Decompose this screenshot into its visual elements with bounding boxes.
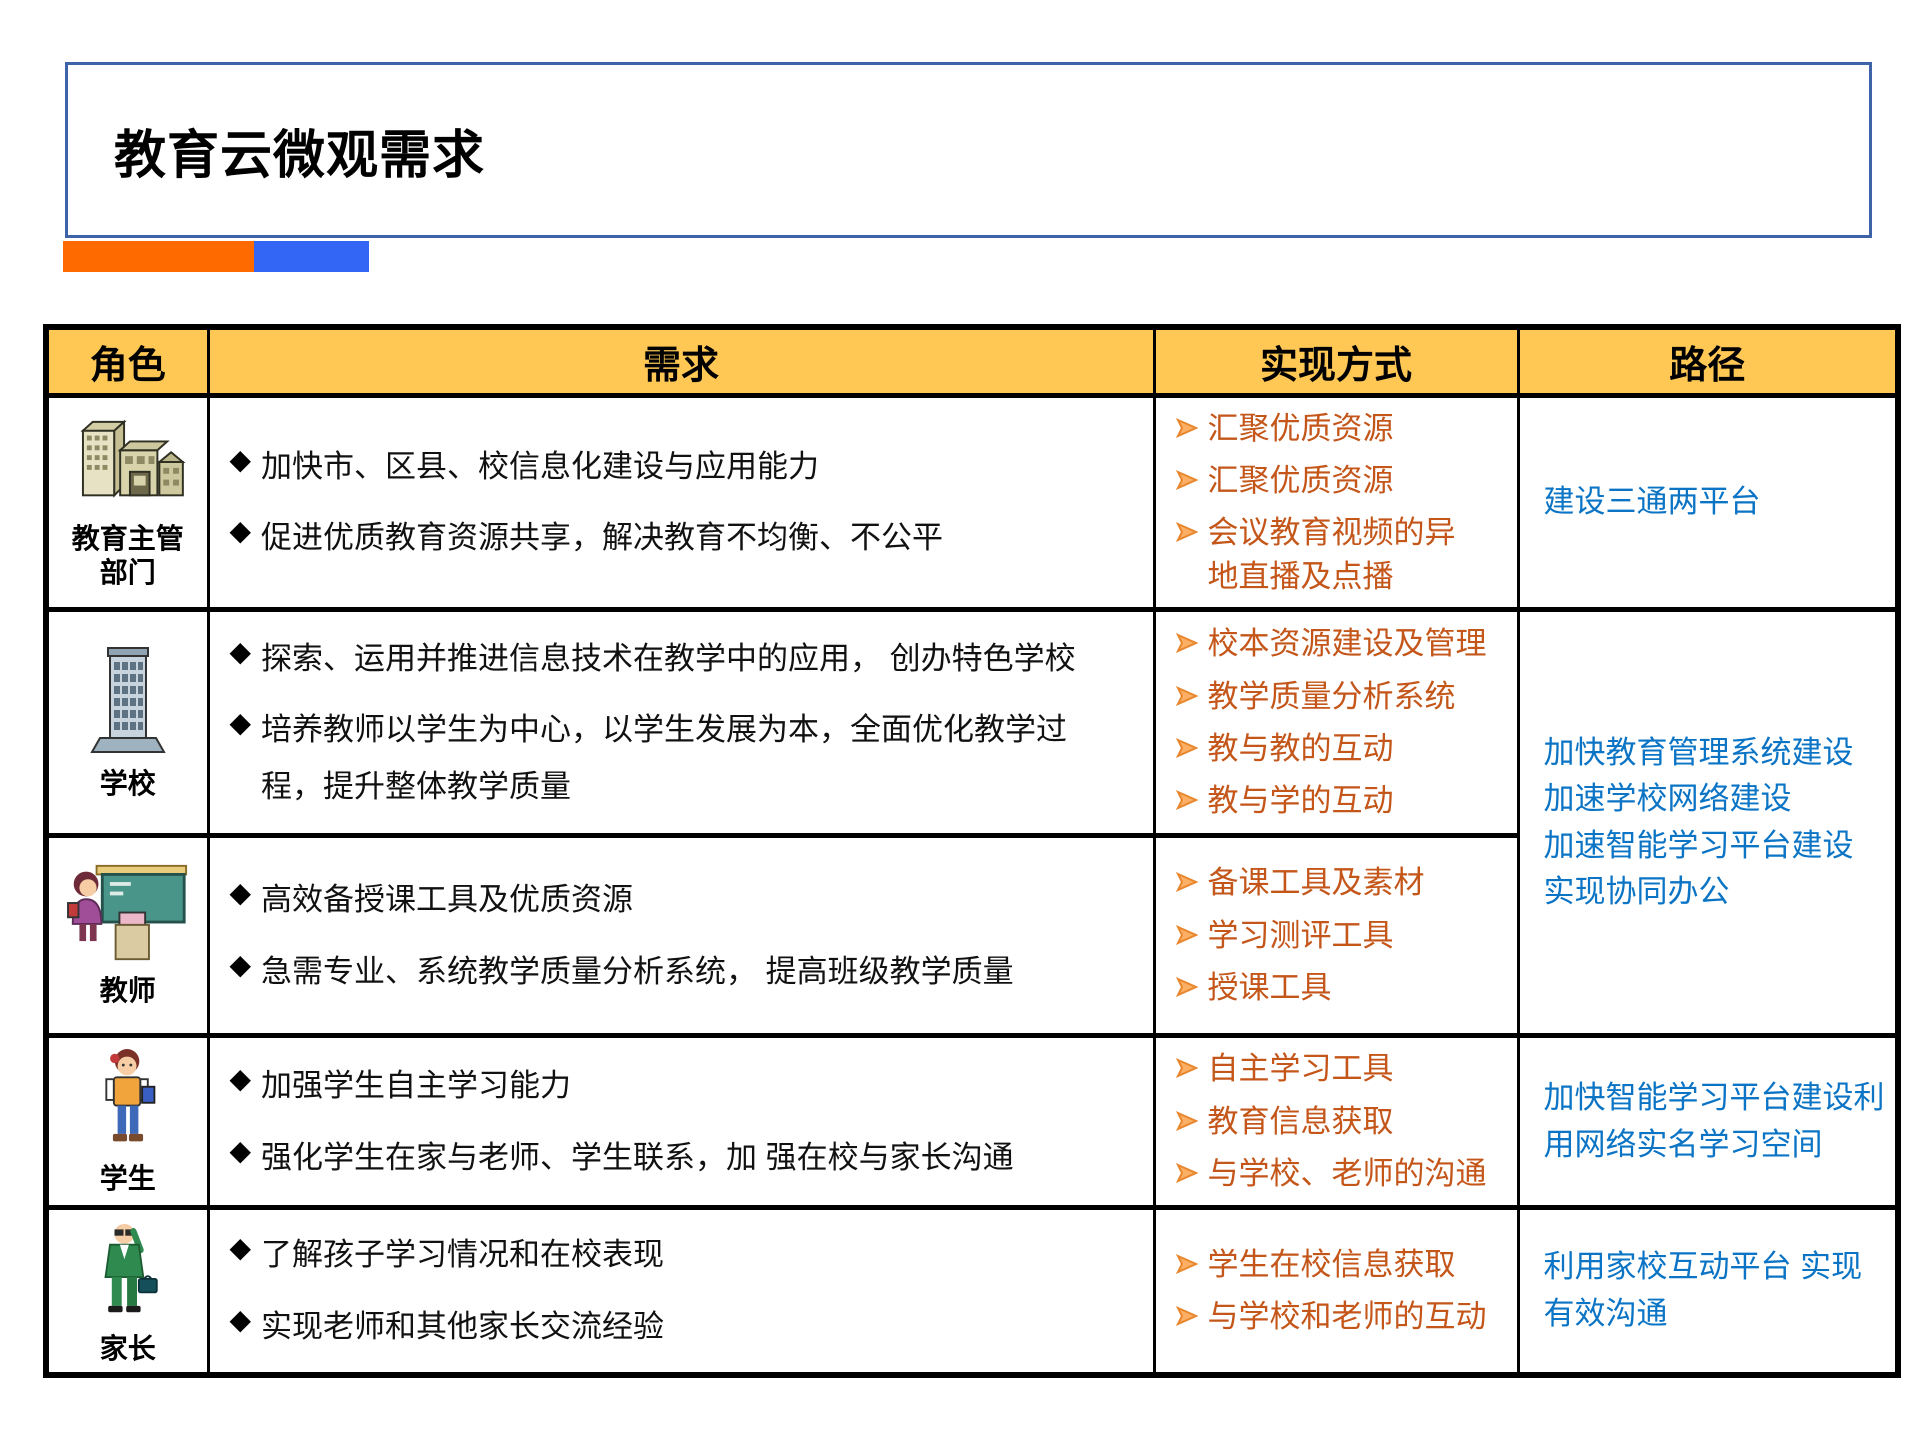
- student-icon: [95, 1047, 161, 1156]
- diamond-bullet-icon: ◆: [230, 1298, 252, 1343]
- table-row-student: 学生 ◆ 加强学生自主学习能力 ◆ 强化学生在家与老师、学生联系，加 强在校与家…: [46, 1036, 1898, 1208]
- arrow-bullet-icon: [1176, 788, 1198, 817]
- cell-role-teacher: 教师: [46, 836, 208, 1036]
- col-header-methods: 实现方式: [1154, 327, 1518, 395]
- arrow-bullet-icon: [1176, 923, 1198, 952]
- method-item: 校本资源建设及管理: [1176, 622, 1507, 665]
- diamond-bullet-icon: ◆: [230, 438, 252, 483]
- role-label: 学生: [100, 1162, 156, 1196]
- page-title: 教育云微观需求: [114, 113, 485, 188]
- cell-methods-teacher: 备课工具及素材 学习测评工具 授课工具: [1154, 836, 1518, 1036]
- table-row-education-dept: 教育主管 部门 ◆ 加快市、区县、校信息化建设与应用能力 ◆ 促进优质教育资源共…: [46, 395, 1898, 610]
- need-item: ◆ 加强学生自主学习能力: [230, 1057, 1129, 1114]
- diamond-bullet-icon: ◆: [230, 701, 252, 746]
- need-item: ◆ 实现老师和其他家长交流经验: [230, 1298, 1129, 1355]
- need-item: ◆ 加快市、区县、校信息化建设与应用能力: [230, 438, 1129, 495]
- method-item: 学习测评工具: [1176, 914, 1507, 957]
- arrow-bullet-icon: [1176, 468, 1198, 497]
- arrow-bullet-icon: [1176, 631, 1198, 660]
- need-item: ◆ 促进优质教育资源共享，解决教育不均衡、不公平: [230, 509, 1129, 566]
- title-box: 教育云微观需求: [65, 62, 1872, 238]
- cell-methods-student: 自主学习工具 教育信息获取 与学校、老师的沟通: [1154, 1036, 1518, 1208]
- arrow-bullet-icon: [1176, 870, 1198, 899]
- arrow-bullet-icon: [1176, 684, 1198, 713]
- cell-path-student: 加快智能学习平台建设利 用网络实名学习空间: [1518, 1036, 1898, 1208]
- arrow-bullet-icon: [1176, 736, 1198, 765]
- method-item: 授课工具: [1176, 966, 1507, 1009]
- need-item: ◆ 探索、运用并推进信息技术在教学中的应用， 创办特色学校: [230, 630, 1129, 687]
- arrow-bullet-icon: [1176, 975, 1198, 1004]
- diamond-bullet-icon: ◆: [230, 943, 252, 988]
- arrow-bullet-icon: [1176, 416, 1198, 445]
- role-label: 学校: [100, 767, 156, 801]
- cell-needs-student: ◆ 加强学生自主学习能力 ◆ 强化学生在家与老师、学生联系，加 强在校与家长沟通: [208, 1036, 1154, 1208]
- role-label: 教育主管 部门: [72, 522, 184, 589]
- method-item: 会议教育视频的异 地直播及点播: [1176, 511, 1507, 598]
- cell-role-school: 学校: [46, 610, 208, 836]
- diamond-bullet-icon: ◆: [230, 1129, 252, 1174]
- arrow-bullet-icon: [1176, 1109, 1198, 1138]
- method-item: 与学校和老师的互动: [1176, 1295, 1507, 1338]
- method-item: 学生在校信息获取: [1176, 1243, 1507, 1286]
- col-header-role: 角色: [46, 327, 208, 395]
- need-item: ◆ 强化学生在家与老师、学生联系，加 强在校与家长沟通: [230, 1129, 1129, 1186]
- need-item: ◆ 急需专业、系统教学质量分析系统， 提高班级教学质量: [230, 943, 1129, 1000]
- method-item: 与学校、老师的沟通: [1176, 1152, 1507, 1195]
- cell-needs-school: ◆ 探索、运用并推进信息技术在教学中的应用， 创办特色学校 ◆ 培养教师以学生为…: [208, 610, 1154, 836]
- diamond-bullet-icon: ◆: [230, 509, 252, 554]
- need-item: ◆ 培养教师以学生为中心，以学生发展为本，全面优化教学过 程，提升整体教学质量: [230, 701, 1129, 816]
- role-label: 家长: [100, 1332, 156, 1366]
- cell-methods-education-dept: 汇聚优质资源 汇聚优质资源 会议教育视频的异 地直播及点播: [1154, 395, 1518, 610]
- cell-needs-teacher: ◆ 高效备授课工具及优质资源 ◆ 急需专业、系统教学质量分析系统， 提高班级教学…: [208, 836, 1154, 1036]
- method-item: 教与教的互动: [1176, 727, 1507, 770]
- need-item: ◆ 高效备授课工具及优质资源: [230, 871, 1129, 928]
- arrow-bullet-icon: [1176, 1252, 1198, 1281]
- method-item: 教育信息获取: [1176, 1100, 1507, 1143]
- method-item: 自主学习工具: [1176, 1047, 1507, 1090]
- cell-methods-parent: 学生在校信息获取 与学校和老师的互动: [1154, 1208, 1518, 1375]
- col-header-needs: 需求: [208, 327, 1154, 395]
- need-item: ◆ 了解孩子学习情况和在校表现: [230, 1226, 1129, 1283]
- diamond-bullet-icon: ◆: [230, 871, 252, 916]
- method-item: 汇聚优质资源: [1176, 459, 1507, 502]
- cell-needs-parent: ◆ 了解孩子学习情况和在校表现 ◆ 实现老师和其他家长交流经验: [208, 1208, 1154, 1375]
- col-header-path: 路径: [1518, 327, 1898, 395]
- method-item: 教学质量分析系统: [1176, 675, 1507, 718]
- accent-bar-blue: [254, 241, 369, 272]
- table-row-school: 学校 ◆ 探索、运用并推进信息技术在教学中的应用， 创办特色学校 ◆ 培养教师以…: [46, 610, 1898, 836]
- arrow-bullet-icon: [1176, 1304, 1198, 1333]
- method-item: 汇聚优质资源: [1176, 407, 1507, 450]
- government-buildings-icon: [69, 415, 187, 516]
- diamond-bullet-icon: ◆: [230, 1057, 252, 1102]
- teacher-blackboard-icon: [66, 863, 190, 968]
- arrow-bullet-icon: [1176, 1056, 1198, 1085]
- table-row-parent: 家长 ◆ 了解孩子学习情况和在校表现 ◆ 实现老师和其他家长交流经验: [46, 1208, 1898, 1375]
- cell-path-education-dept: 建设三通两平台: [1518, 395, 1898, 610]
- cell-path-school-teacher: 加快教育管理系统建设 加速学校网络建设 加速智能学习平台建设 实现协同办公: [1518, 610, 1898, 1036]
- cell-role-education-dept: 教育主管 部门: [46, 395, 208, 610]
- arrow-bullet-icon: [1176, 1161, 1198, 1190]
- requirements-table: 角色 需求 实现方式 路径: [43, 324, 1901, 1378]
- accent-bar-orange: [63, 241, 254, 272]
- diamond-bullet-icon: ◆: [230, 630, 252, 675]
- school-building-icon: [88, 644, 168, 761]
- cell-path-parent: 利用家校互动平台 实现 有效沟通: [1518, 1208, 1898, 1375]
- cell-role-student: 学生: [46, 1036, 208, 1208]
- cell-methods-school: 校本资源建设及管理 教学质量分析系统 教与教的互动: [1154, 610, 1518, 836]
- parent-icon: [92, 1217, 164, 1326]
- method-item: 教与学的互动: [1176, 779, 1507, 822]
- method-item: 备课工具及素材: [1176, 861, 1507, 904]
- arrow-bullet-icon: [1176, 520, 1198, 549]
- diamond-bullet-icon: ◆: [230, 1226, 252, 1271]
- role-label: 教师: [100, 974, 156, 1008]
- slide: 教育云微观需求 角色 需求 实现方式 路径: [0, 0, 1920, 1440]
- cell-role-parent: 家长: [46, 1208, 208, 1375]
- header-row: 角色 需求 实现方式 路径: [46, 327, 1898, 395]
- cell-needs-education-dept: ◆ 加快市、区县、校信息化建设与应用能力 ◆ 促进优质教育资源共享，解决教育不均…: [208, 395, 1154, 610]
